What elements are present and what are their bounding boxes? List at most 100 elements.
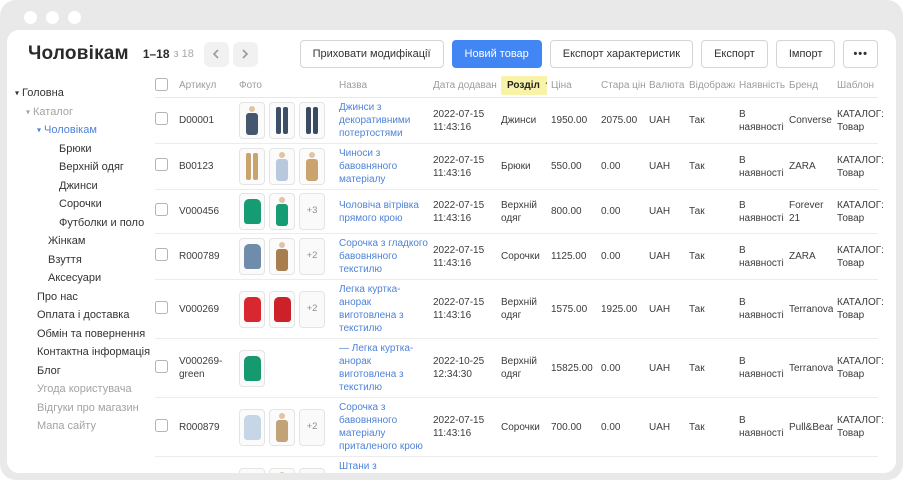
row-checkbox[interactable]	[155, 248, 168, 261]
product-photo[interactable]	[269, 238, 295, 275]
sidebar-item[interactable]: Футболки и поло	[7, 214, 155, 233]
old-price-cell: 0.00	[601, 421, 645, 434]
garment-shape	[276, 242, 288, 271]
column-header-brand[interactable]: Бренд	[789, 80, 833, 91]
sidebar-item-label: Контактна інформація	[37, 346, 150, 358]
export-button[interactable]: Експорт	[701, 40, 768, 68]
product-photo[interactable]	[299, 102, 325, 139]
row-checkbox-cell	[155, 419, 175, 436]
more-photos-badge[interactable]: +3	[299, 193, 325, 230]
product-photo[interactable]	[269, 102, 295, 139]
row-checkbox[interactable]	[155, 360, 168, 373]
sidebar-item[interactable]: ▾Чоловікам	[7, 121, 155, 140]
sidebar-item[interactable]: ▾Каталог	[7, 103, 155, 122]
table-row: V000456+3Чоловіча вітрівка прямого крою2…	[155, 190, 878, 234]
column-header-old-price[interactable]: Стара ціна	[601, 80, 645, 91]
column-header-sku[interactable]: Артикул	[179, 80, 235, 91]
sorted-column-control[interactable]: Розділ	[501, 76, 547, 95]
product-name-link[interactable]: Чоловіча вітрівка прямого крою	[339, 199, 429, 225]
more-photos-badge[interactable]: +2	[299, 291, 325, 328]
sidebar-item[interactable]: Мапа сайту	[7, 417, 155, 436]
photo-cell: +2	[239, 291, 335, 328]
sidebar-item[interactable]: Про нас	[7, 288, 155, 307]
row-checkbox[interactable]	[155, 203, 168, 216]
product-photo[interactable]	[239, 148, 265, 185]
section-cell: Верхній одяг	[501, 355, 547, 381]
product-photo[interactable]	[269, 291, 295, 328]
product-photo[interactable]	[239, 468, 265, 474]
sidebar-item[interactable]: ▾Головна	[7, 84, 155, 103]
product-name-link[interactable]: Чиноси з бавовняного матеріалу	[339, 147, 429, 186]
row-checkbox[interactable]	[155, 301, 168, 314]
sidebar-item[interactable]: Жінкам	[7, 232, 155, 251]
column-header-stock[interactable]: Наявність	[739, 80, 785, 91]
row-checkbox[interactable]	[155, 419, 168, 432]
sidebar-item[interactable]: Відгуки про магазин	[7, 399, 155, 418]
product-name-link[interactable]: Легка куртка-анорак виготовлена з тексти…	[339, 283, 429, 335]
product-photo[interactable]	[239, 409, 265, 446]
sidebar-item[interactable]: Аксесуари	[7, 269, 155, 288]
row-checkbox[interactable]	[155, 158, 168, 171]
sidebar-item[interactable]: Оплата і доставка	[7, 306, 155, 325]
sort-arrows-icon	[545, 81, 547, 90]
more-photos-badge[interactable]: +2	[299, 468, 325, 474]
sidebar-item[interactable]: Сорочки	[7, 195, 155, 214]
column-header-date[interactable]: Дата додавання	[433, 80, 497, 91]
row-checkbox[interactable]	[155, 112, 168, 125]
more-photos-badge[interactable]: +2	[299, 238, 325, 275]
chevron-down-icon[interactable]: ▾	[26, 108, 30, 116]
more-actions-button[interactable]: •••	[843, 40, 878, 68]
row-checkbox-cell	[155, 158, 175, 175]
date-cell: 2022-07-15 11:43:16	[433, 154, 497, 180]
garment-shape	[244, 297, 261, 322]
chevron-down-icon[interactable]: ▾	[15, 90, 19, 98]
sidebar-item[interactable]: Верхній одяг	[7, 158, 155, 177]
sidebar-item[interactable]: Джинси	[7, 177, 155, 196]
chevron-down-icon[interactable]: ▾	[37, 127, 41, 135]
garment-shape	[244, 244, 261, 269]
product-name-link[interactable]: Штани з бавовняного матеріалу прямого кр…	[339, 460, 429, 473]
stock-cell: В наявності	[739, 244, 785, 270]
column-header-photo[interactable]: Фото	[239, 80, 335, 91]
column-header-display[interactable]: Відображати	[689, 80, 735, 91]
new-product-button[interactable]: Новий товар	[452, 40, 542, 68]
sidebar-item[interactable]: Брюки	[7, 140, 155, 159]
hide-modifications-button[interactable]: Приховати модифікації	[300, 40, 444, 68]
sku-cell: V000269-green	[179, 355, 235, 381]
sidebar-item[interactable]: Блог	[7, 362, 155, 381]
sidebar-item[interactable]: Взуття	[7, 251, 155, 270]
select-all-checkbox[interactable]	[155, 78, 168, 91]
more-photos-badge[interactable]: +2	[299, 409, 325, 446]
sidebar-item[interactable]: Контактна інформація	[7, 343, 155, 362]
product-photo[interactable]	[269, 409, 295, 446]
product-photo[interactable]	[239, 102, 265, 139]
column-header-currency[interactable]: Валюта	[649, 80, 685, 91]
export-characteristics-button[interactable]: Експорт характеристик	[550, 40, 693, 68]
product-photo[interactable]	[239, 291, 265, 328]
product-photo[interactable]	[239, 238, 265, 275]
product-name-link[interactable]: Сорочка з бавовняного матеріалу притален…	[339, 401, 429, 453]
product-name-link[interactable]: Сорочка з гладкого бавовняного текстилю	[339, 237, 429, 276]
sidebar-item[interactable]: Обмін та повернення	[7, 325, 155, 344]
import-button[interactable]: Імпорт	[776, 40, 836, 68]
prev-page-button[interactable]	[204, 42, 229, 67]
column-header-template[interactable]: Шаблон	[837, 80, 895, 91]
product-photo[interactable]	[239, 350, 265, 387]
product-photo[interactable]	[269, 193, 295, 230]
sku-cell: R000879	[179, 421, 235, 434]
product-photo[interactable]	[239, 193, 265, 230]
column-header-name[interactable]: Назва	[339, 80, 429, 91]
window-dot	[24, 11, 37, 24]
product-photo[interactable]	[299, 148, 325, 185]
sidebar-item[interactable]: Угода користувача	[7, 380, 155, 399]
price-cell: 550.00	[551, 160, 597, 173]
product-name-link[interactable]: — Легка куртка-анорак виготовлена з текс…	[339, 342, 429, 394]
brand-cell: Converse	[789, 114, 833, 127]
product-photo[interactable]	[269, 148, 295, 185]
price-cell: 1950.00	[551, 114, 597, 127]
product-name-link[interactable]: Джинси з декоративними потертостями	[339, 101, 429, 140]
product-photo[interactable]	[269, 468, 295, 474]
next-page-button[interactable]	[233, 42, 258, 67]
old-price-cell: 0.00	[601, 205, 645, 218]
column-header-price[interactable]: Ціна	[551, 80, 597, 91]
